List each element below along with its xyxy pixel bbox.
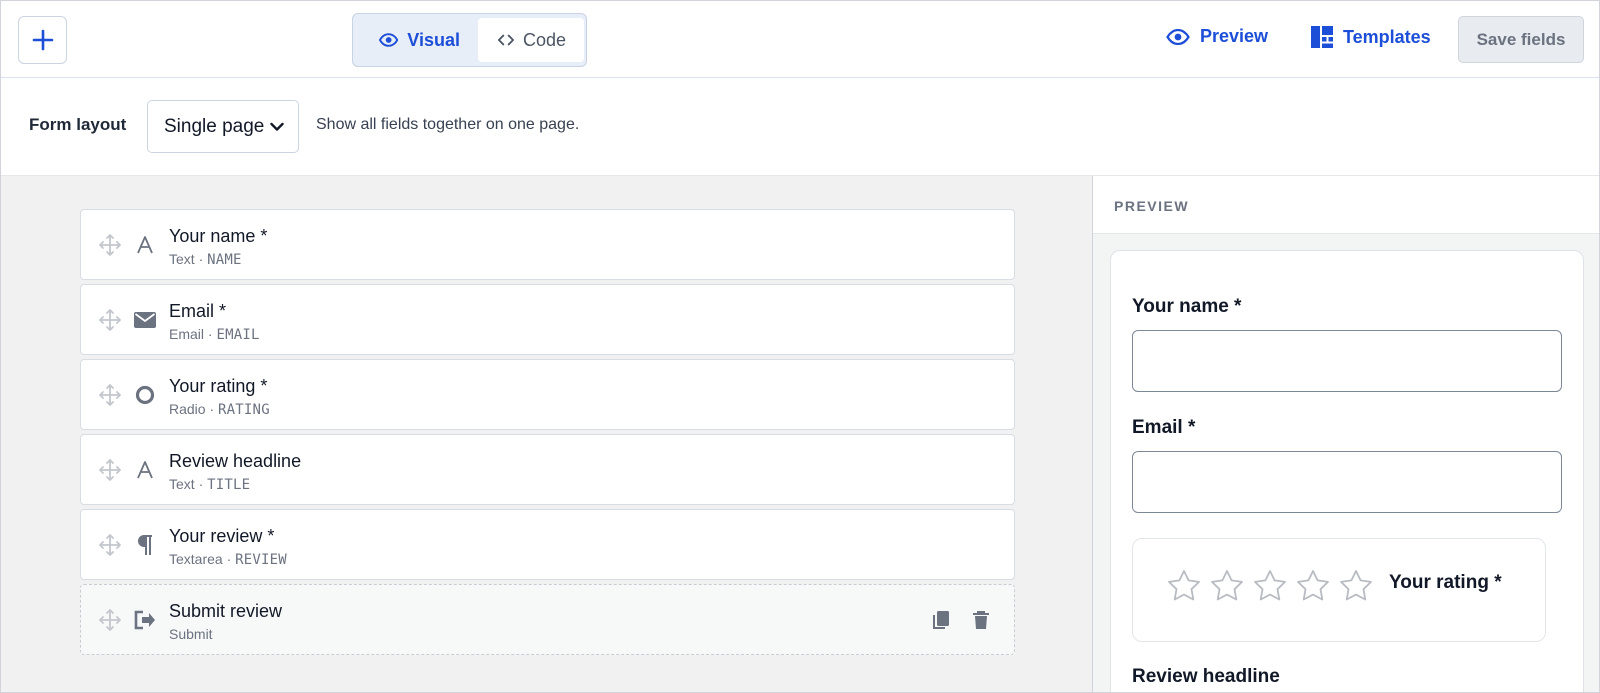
field-title: Email * xyxy=(169,301,227,321)
preview-headline-label: Review headline xyxy=(1132,666,1280,687)
view-mode-toggle: Visual Code xyxy=(352,13,587,67)
eye-icon xyxy=(1166,28,1190,45)
field-key: REVIEW xyxy=(235,552,287,568)
duplicate-icon[interactable] xyxy=(930,609,952,631)
drag-handle-icon[interactable] xyxy=(99,534,121,556)
preview-label: Preview xyxy=(1200,26,1269,46)
field-title: Your name * xyxy=(169,226,268,246)
form-layout-label: Form layout xyxy=(29,115,127,134)
field-row[interactable]: Your name * Text · NAME xyxy=(80,209,1015,280)
text-a-icon xyxy=(133,233,157,257)
field-key: RATING xyxy=(218,402,270,418)
field-type: Textarea xyxy=(169,551,223,567)
radio-circle-icon xyxy=(133,383,157,407)
preview-name-label: Your name * xyxy=(1132,296,1242,317)
star-icon[interactable] xyxy=(1339,569,1373,603)
envelope-icon xyxy=(133,308,157,332)
submit-arrow-icon xyxy=(133,608,157,632)
form-layout-value: Single page xyxy=(164,115,265,137)
code-brackets-icon xyxy=(498,34,514,46)
templates-grid-icon xyxy=(1311,26,1333,48)
pilcrow-icon xyxy=(133,533,157,557)
drag-handle-icon[interactable] xyxy=(99,609,121,631)
field-meta: Radio · RATING xyxy=(169,401,270,418)
field-title: Review headline xyxy=(169,451,302,471)
drag-handle-icon[interactable] xyxy=(99,309,121,331)
field-title: Your rating * xyxy=(169,376,268,396)
field-title: Submit review xyxy=(169,601,283,621)
field-title: Your review * xyxy=(169,526,275,546)
field-key: EMAIL xyxy=(216,327,260,343)
field-meta: Email · EMAIL xyxy=(169,326,260,343)
preview-rating-group: Your rating * xyxy=(1132,538,1546,642)
templates-button[interactable]: Templates xyxy=(1311,26,1431,48)
visual-mode-label: Visual xyxy=(407,29,460,50)
drag-handle-icon[interactable] xyxy=(99,459,121,481)
field-key: TITLE xyxy=(207,477,251,493)
code-mode-label: Code xyxy=(522,29,566,50)
chevron-down-icon xyxy=(270,122,285,131)
field-meta: Text · TITLE xyxy=(169,476,251,493)
preview-email-label: Email * xyxy=(1132,417,1196,438)
field-key: NAME xyxy=(207,252,242,268)
form-layout-row: Form layout Single page Show all fields … xyxy=(1,78,1599,176)
field-row-submit[interactable]: Submit review Submit xyxy=(80,584,1015,655)
preview-rating-label: Your rating * xyxy=(1389,572,1502,593)
plus-icon xyxy=(32,29,53,51)
preview-form-card: Your name * Email * Your rating * Review… xyxy=(1110,250,1584,692)
text-a-icon xyxy=(133,458,157,482)
field-row[interactable]: Email * Email · EMAIL xyxy=(80,284,1015,355)
rating-stars xyxy=(1167,569,1373,603)
field-list-canvas: Your name * Text · NAME Email * Email · … xyxy=(1,176,1092,692)
star-icon[interactable] xyxy=(1167,569,1201,603)
top-toolbar: Visual Code Preview Templates Save field… xyxy=(1,1,1599,78)
field-type: Submit xyxy=(169,626,213,642)
field-row[interactable]: Your review * Textarea · REVIEW xyxy=(80,509,1015,580)
preview-panel-heading: PREVIEW xyxy=(1114,198,1190,214)
field-type: Text xyxy=(169,251,195,267)
preview-email-input[interactable] xyxy=(1132,451,1562,513)
save-fields-label: Save fields xyxy=(1476,29,1566,49)
preview-panel-header: PREVIEW xyxy=(1093,176,1599,234)
field-type: Email xyxy=(169,326,205,342)
drag-handle-icon[interactable] xyxy=(99,384,121,406)
app-window: Visual Code Preview Templates Save field… xyxy=(0,0,1600,693)
visual-mode-button[interactable]: Visual xyxy=(357,18,478,62)
field-meta: Textarea · REVIEW xyxy=(169,551,287,568)
preview-button[interactable]: Preview xyxy=(1166,26,1268,47)
add-field-button[interactable] xyxy=(18,16,67,64)
trash-icon[interactable] xyxy=(970,609,992,631)
star-icon[interactable] xyxy=(1253,569,1287,603)
preview-panel: PREVIEW Your name * Email * Your rating … xyxy=(1092,176,1599,692)
star-icon[interactable] xyxy=(1296,569,1330,603)
save-fields-button[interactable]: Save fields xyxy=(1458,16,1584,63)
templates-label: Templates xyxy=(1343,26,1431,47)
preview-name-input[interactable] xyxy=(1132,330,1562,392)
field-row[interactable]: Your rating * Radio · RATING xyxy=(80,359,1015,430)
field-type: Text xyxy=(169,476,195,492)
drag-handle-icon[interactable] xyxy=(99,234,121,256)
field-meta: Submit xyxy=(169,626,213,642)
star-icon[interactable] xyxy=(1210,569,1244,603)
form-layout-select[interactable]: Single page xyxy=(147,100,299,153)
eye-icon xyxy=(379,33,399,47)
field-row[interactable]: Review headline Text · TITLE xyxy=(80,434,1015,505)
form-layout-description: Show all fields together on one page. xyxy=(316,116,580,133)
field-meta: Text · NAME xyxy=(169,251,242,268)
code-mode-button[interactable]: Code xyxy=(478,18,584,62)
field-type: Radio xyxy=(169,401,206,417)
